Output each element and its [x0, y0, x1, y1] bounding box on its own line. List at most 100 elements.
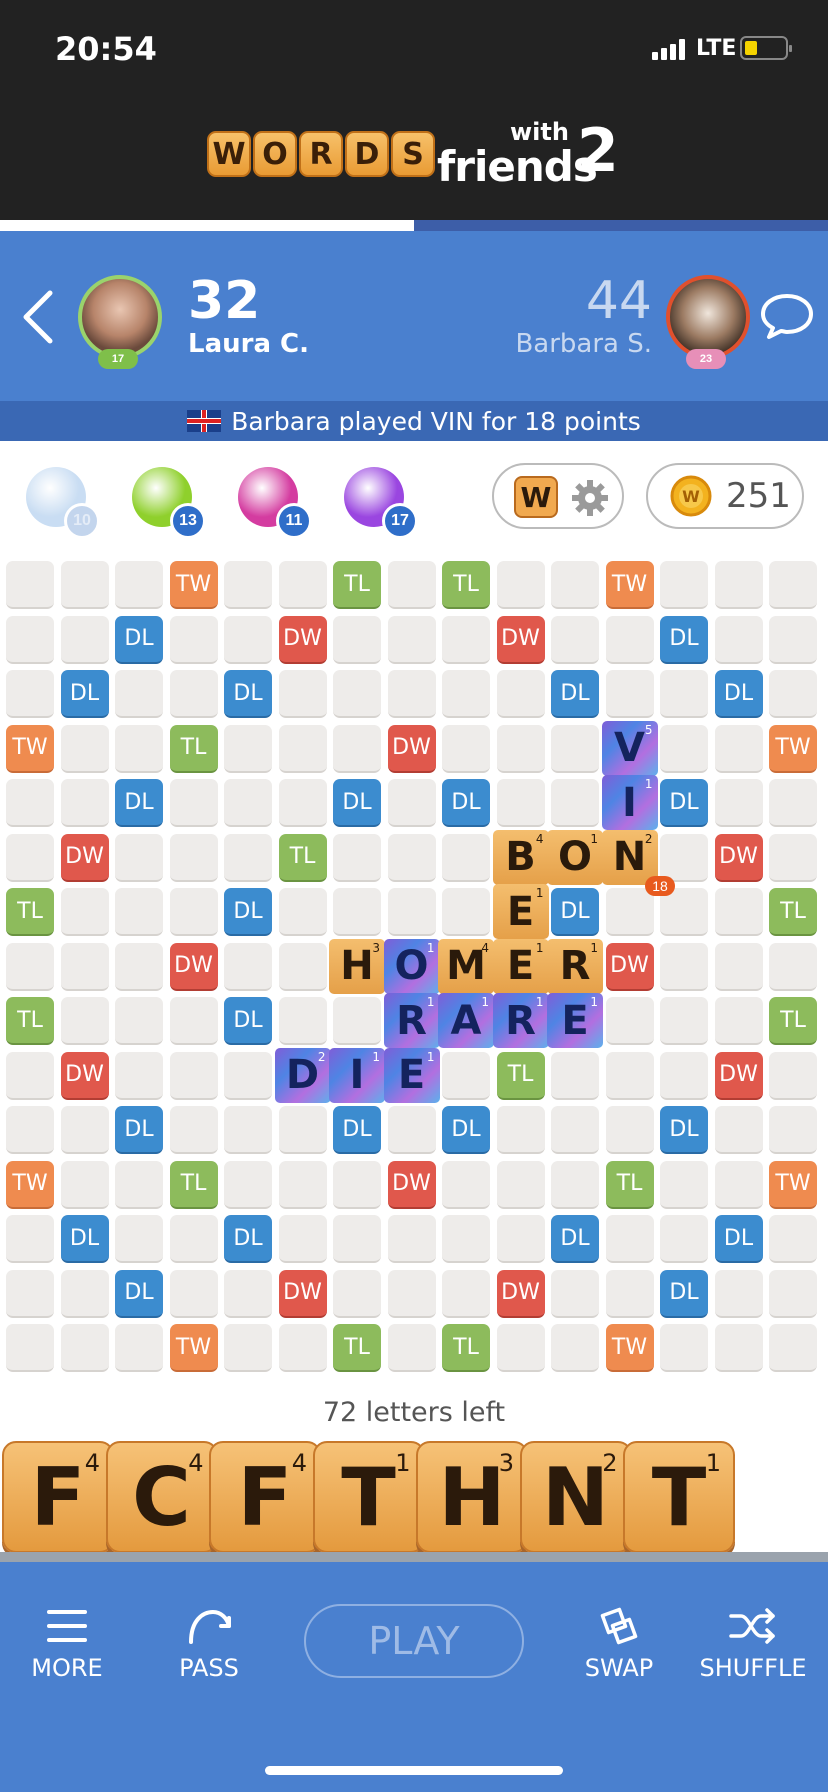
board-square[interactable] — [387, 779, 436, 827]
board-square[interactable] — [496, 670, 545, 718]
board-square[interactable] — [169, 833, 218, 882]
board-square[interactable] — [387, 561, 436, 609]
board-square[interactable] — [442, 888, 490, 936]
rack-tile[interactable]: F4 — [209, 1441, 321, 1553]
bonus-square-tl[interactable]: TL — [6, 997, 54, 1045]
board-square[interactable] — [115, 942, 163, 991]
board-square[interactable] — [278, 779, 327, 827]
bonus-square-tw[interactable]: TW — [6, 724, 54, 773]
bonus-square-dl[interactable]: DL — [60, 1215, 109, 1263]
board-square[interactable] — [278, 724, 327, 773]
back-arrow-icon[interactable] — [18, 287, 58, 347]
pass-button[interactable]: PASS — [154, 1606, 264, 1696]
bonus-square-dl[interactable]: DL — [333, 1106, 381, 1154]
board-square[interactable] — [551, 1051, 599, 1100]
board-square[interactable] — [660, 1215, 708, 1263]
board-square[interactable] — [278, 942, 327, 991]
bonus-square-dl[interactable]: DL — [115, 615, 163, 664]
board-square[interactable] — [387, 1269, 436, 1318]
player-avatar[interactable] — [78, 275, 162, 359]
swap-plus-icon[interactable]: 11 — [238, 467, 312, 539]
chat-icon[interactable] — [758, 291, 816, 341]
bonus-square-tw[interactable]: TW — [769, 1160, 817, 1209]
board-square[interactable] — [224, 1269, 272, 1318]
board-square[interactable] — [387, 1324, 436, 1372]
board-square[interactable] — [496, 1106, 545, 1154]
board-square[interactable] — [278, 561, 327, 609]
bonus-square-tw[interactable]: TW — [605, 1324, 654, 1372]
board-square[interactable] — [60, 1324, 109, 1372]
bonus-square-dl[interactable]: DL — [442, 1106, 490, 1154]
bonus-square-dw[interactable]: DW — [714, 833, 763, 882]
board-square[interactable] — [714, 1324, 763, 1372]
board-square[interactable] — [769, 615, 817, 664]
board-square[interactable] — [60, 615, 109, 664]
board-square[interactable] — [224, 942, 272, 991]
bonus-square-tl[interactable]: TL — [278, 833, 327, 882]
board-square[interactable] — [660, 1324, 708, 1372]
board-square[interactable] — [169, 888, 218, 936]
bonus-square-dw[interactable]: DW — [60, 1051, 109, 1100]
bonus-square-tl[interactable]: TL — [496, 1051, 545, 1100]
board-square[interactable] — [115, 997, 163, 1045]
board-square[interactable] — [115, 1215, 163, 1263]
board-square[interactable] — [115, 724, 163, 773]
word-strength-icon[interactable]: 17 — [344, 467, 418, 539]
board-square[interactable] — [6, 1215, 54, 1263]
bonus-square-dl[interactable]: DL — [60, 670, 109, 718]
board-square[interactable] — [551, 1160, 599, 1209]
board-square[interactable] — [333, 833, 381, 882]
board-square[interactable] — [387, 670, 436, 718]
board-square[interactable] — [605, 670, 654, 718]
board-square[interactable] — [605, 888, 654, 936]
bonus-square-dl[interactable]: DL — [714, 1215, 763, 1263]
bonus-square-dl[interactable]: DL — [333, 779, 381, 827]
board-square[interactable] — [169, 615, 218, 664]
bonus-square-dl[interactable]: DL — [224, 997, 272, 1045]
board-square[interactable] — [714, 1106, 763, 1154]
board-square[interactable] — [169, 779, 218, 827]
board-square[interactable] — [169, 1215, 218, 1263]
board-square[interactable] — [6, 779, 54, 827]
hindsight-icon[interactable]: 10 — [26, 467, 100, 539]
board-square[interactable] — [333, 724, 381, 773]
board-square[interactable] — [224, 1051, 272, 1100]
board-square[interactable] — [442, 1051, 490, 1100]
board-square[interactable] — [714, 942, 763, 991]
board-square[interactable] — [660, 724, 708, 773]
board-square[interactable] — [387, 833, 436, 882]
bonus-square-tl[interactable]: TL — [442, 561, 490, 609]
board-square[interactable] — [496, 1160, 545, 1209]
bonus-square-dl[interactable]: DL — [660, 615, 708, 664]
rack-tile[interactable]: H3 — [416, 1441, 528, 1553]
bonus-square-dl[interactable]: DL — [115, 779, 163, 827]
board-square[interactable] — [769, 561, 817, 609]
bonus-square-tl[interactable]: TL — [333, 561, 381, 609]
board-square[interactable] — [660, 1051, 708, 1100]
bonus-square-tw[interactable]: TW — [169, 1324, 218, 1372]
board-square[interactable] — [333, 1160, 381, 1209]
board-square[interactable] — [769, 1324, 817, 1372]
board-square[interactable] — [278, 670, 327, 718]
bonus-square-tl[interactable]: TL — [169, 724, 218, 773]
board-square[interactable] — [6, 1324, 54, 1372]
board-square[interactable] — [496, 724, 545, 773]
board-square[interactable] — [387, 1106, 436, 1154]
board-square[interactable] — [224, 1106, 272, 1154]
bonus-square-tl[interactable]: TL — [769, 888, 817, 936]
rack-tile[interactable]: F4 — [2, 1441, 114, 1553]
board-square[interactable] — [551, 615, 599, 664]
board-square[interactable] — [60, 888, 109, 936]
board-square[interactable] — [278, 1215, 327, 1263]
board-square[interactable] — [60, 1269, 109, 1318]
board-square[interactable] — [60, 724, 109, 773]
board-square[interactable] — [660, 833, 708, 882]
board-square[interactable] — [660, 942, 708, 991]
coins-pill[interactable]: W 251 — [646, 463, 804, 529]
bonus-square-dw[interactable]: DW — [496, 615, 545, 664]
board-square[interactable] — [169, 997, 218, 1045]
board-square[interactable] — [224, 615, 272, 664]
bonus-square-tl[interactable]: TL — [6, 888, 54, 936]
board-square[interactable] — [115, 1160, 163, 1209]
board-square[interactable] — [169, 1106, 218, 1154]
